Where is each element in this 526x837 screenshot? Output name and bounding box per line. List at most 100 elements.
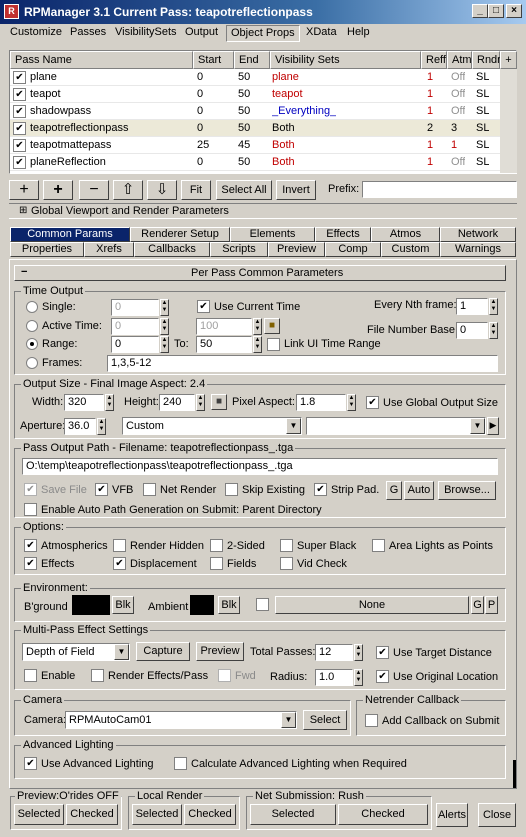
menu-passes[interactable]: Passes <box>66 25 110 42</box>
tab-callbacks[interactable]: Callbacks <box>134 242 210 257</box>
col-atm[interactable]: Atm <box>447 51 472 69</box>
tab-elements[interactable]: Elements <box>230 227 315 242</box>
table-row[interactable]: ✔ plane 0 50 plane 1 Off SL <box>10 69 500 86</box>
local-selected-button[interactable]: Selected <box>132 804 182 825</box>
strip-pad-checkbox[interactable]: ✔ <box>314 483 327 496</box>
minimize-button[interactable]: _ <box>472 4 488 18</box>
select-all-button[interactable]: Select All <box>216 180 272 200</box>
preview-checked-button[interactable]: Checked <box>66 804 118 825</box>
g-path-button[interactable]: G <box>386 481 402 500</box>
radius-input[interactable]: 1.0 <box>315 669 353 686</box>
fit-button[interactable]: Fit <box>181 180 211 200</box>
table-row[interactable]: ✔ teapot 0 50 teapot 1 Off SL <box>10 86 500 103</box>
chevron-down-icon[interactable]: ▼ <box>281 712 296 728</box>
vid-check-checkbox[interactable] <box>280 557 293 570</box>
fwd-checkbox[interactable] <box>218 669 231 682</box>
radius-spinner[interactable]: ▲ ▼ <box>354 669 363 686</box>
tab-properties[interactable]: Properties <box>10 242 84 257</box>
expand-icon[interactable]: ⊞ <box>19 205 27 216</box>
ambient-color-swatch[interactable] <box>190 595 214 615</box>
chevron-down-icon[interactable]: ▼ <box>114 644 129 660</box>
output-path-input[interactable]: O:\temp\teapotreflectionpass\teapotrefle… <box>22 458 498 475</box>
browse-button[interactable]: Browse... <box>438 481 496 500</box>
col-pass-name[interactable]: Pass Name <box>10 51 193 69</box>
chevron-down-icon[interactable]: ▼ <box>286 418 301 434</box>
global-rollout-bar[interactable]: ⊞ Global Viewport and Render Parameters <box>9 203 517 219</box>
net-selected-button[interactable]: Selected <box>250 804 336 825</box>
fields-checkbox[interactable] <box>210 557 223 570</box>
net-checked-button[interactable]: Checked <box>338 804 428 825</box>
pixel-aspect-spinner[interactable]: ▲ ▼ <box>347 394 356 411</box>
file-number-spinner[interactable]: ▲ ▼ <box>489 322 498 339</box>
super-black-checkbox[interactable] <box>280 539 293 552</box>
aperture-spinner[interactable]: ▲ ▼ <box>97 418 106 435</box>
close-button[interactable]: Close <box>478 803 516 827</box>
save-file-checkbox[interactable]: ✔ <box>24 483 37 496</box>
tab-common-params[interactable]: Common Params <box>10 227 130 242</box>
preview-button[interactable]: Preview <box>196 642 244 661</box>
render-hidden-checkbox[interactable] <box>113 539 126 552</box>
frames-radio[interactable] <box>26 357 38 369</box>
move-up-button[interactable]: ⇧ <box>113 180 143 200</box>
tab-custom[interactable]: Custom <box>381 242 440 257</box>
camera-select-button[interactable]: Select <box>303 710 347 730</box>
range-from-input[interactable]: 0 <box>111 336 159 353</box>
col-end[interactable]: End <box>234 51 270 69</box>
camera-dropdown[interactable]: RPMAutoCam01 ▼ <box>65 711 297 729</box>
width-input[interactable]: 320 <box>64 394 104 411</box>
col-reff[interactable]: Reff <box>421 51 447 69</box>
table-row[interactable]: ✔ planeReflection 0 50 Both 1 Off SL <box>10 154 500 171</box>
effects-checkbox[interactable]: ✔ <box>24 557 37 570</box>
single-frame-input[interactable]: 0 <box>111 299 159 316</box>
preview-selected-button[interactable]: Selected <box>14 804 64 825</box>
single-frame-spinner[interactable]: ▲ ▼ <box>160 299 169 316</box>
width-spinner[interactable]: ▲ ▼ <box>105 394 114 411</box>
chevron-down-icon[interactable]: ▼ <box>470 418 485 434</box>
environment-p-button[interactable]: P <box>485 596 498 614</box>
col-rndr[interactable]: Rndr <box>472 51 501 69</box>
use-global-output-checkbox[interactable]: ✔ <box>366 396 379 409</box>
lock-icon[interactable]: ■ <box>264 318 280 334</box>
total-passes-spinner[interactable]: ▲ ▼ <box>354 644 363 661</box>
use-advanced-lighting-checkbox[interactable]: ✔ <box>24 757 37 770</box>
add-pass-copy-button[interactable]: + <box>43 180 73 200</box>
bground-blk-button[interactable]: Blk <box>112 596 134 614</box>
menu-object-props[interactable]: Object Props <box>226 25 300 42</box>
title-bar[interactable]: R RPManager 3.1 Current Pass: teapotrefl… <box>0 0 526 24</box>
link-ui-checkbox[interactable] <box>267 338 280 351</box>
file-number-base-input[interactable]: 0 <box>456 322 488 339</box>
menu-help[interactable]: Help <box>343 25 374 42</box>
multipass-effect-dropdown[interactable]: Depth of Field ▼ <box>22 643 130 661</box>
tab-atmos[interactable]: Atmos <box>371 227 440 242</box>
prefix-input[interactable] <box>362 181 517 198</box>
active-time-radio[interactable] <box>26 320 38 332</box>
row-enable-checkbox[interactable]: ✔ <box>13 88 26 101</box>
add-pass-button[interactable]: + <box>9 180 39 200</box>
table-row[interactable]: ✔ teapotmattepass 25 45 Both 1 1 SL <box>10 137 500 154</box>
use-target-distance-checkbox[interactable]: ✔ <box>376 646 389 659</box>
net-render-checkbox[interactable] <box>143 483 156 496</box>
active-time-to-input[interactable]: 100 <box>196 318 252 335</box>
pixel-aspect-input[interactable]: 1.8 <box>296 394 346 411</box>
range-from-spinner[interactable]: ▲ ▼ <box>160 336 169 353</box>
menu-customize[interactable]: Customize <box>6 25 66 42</box>
row-enable-checkbox[interactable]: ✔ <box>13 105 26 118</box>
range-radio[interactable] <box>26 338 38 350</box>
table-row-selected[interactable]: ✔ teapotreflectionpass 0 50 Both 2 3 SL <box>10 120 500 137</box>
pass-grid[interactable]: Pass Name Start End Visibility Sets Reff… <box>9 50 517 174</box>
maximize-button[interactable]: □ <box>488 4 504 18</box>
use-current-time-checkbox[interactable]: ✔ <box>197 300 210 313</box>
active-time-from-input[interactable]: 0 <box>111 318 159 335</box>
bground-color-swatch[interactable] <box>72 595 110 615</box>
tab-comp[interactable]: Comp <box>325 242 381 257</box>
skip-existing-checkbox[interactable] <box>225 483 238 496</box>
ambient-blk-button[interactable]: Blk <box>218 596 240 614</box>
collapse-icon[interactable]: − <box>21 266 27 278</box>
tab-preview[interactable]: Preview <box>268 242 325 257</box>
grid-scrollbar[interactable] <box>500 69 517 173</box>
per-pass-rollout-header[interactable]: − Per Pass Common Parameters <box>14 265 506 281</box>
tab-effects[interactable]: Effects <box>315 227 371 242</box>
table-row[interactable]: ✔ shadowpass 0 50 _Everything_ 1 Off SL <box>10 103 500 120</box>
close-window-button[interactable]: × <box>506 4 522 18</box>
area-lights-checkbox[interactable] <box>372 539 385 552</box>
